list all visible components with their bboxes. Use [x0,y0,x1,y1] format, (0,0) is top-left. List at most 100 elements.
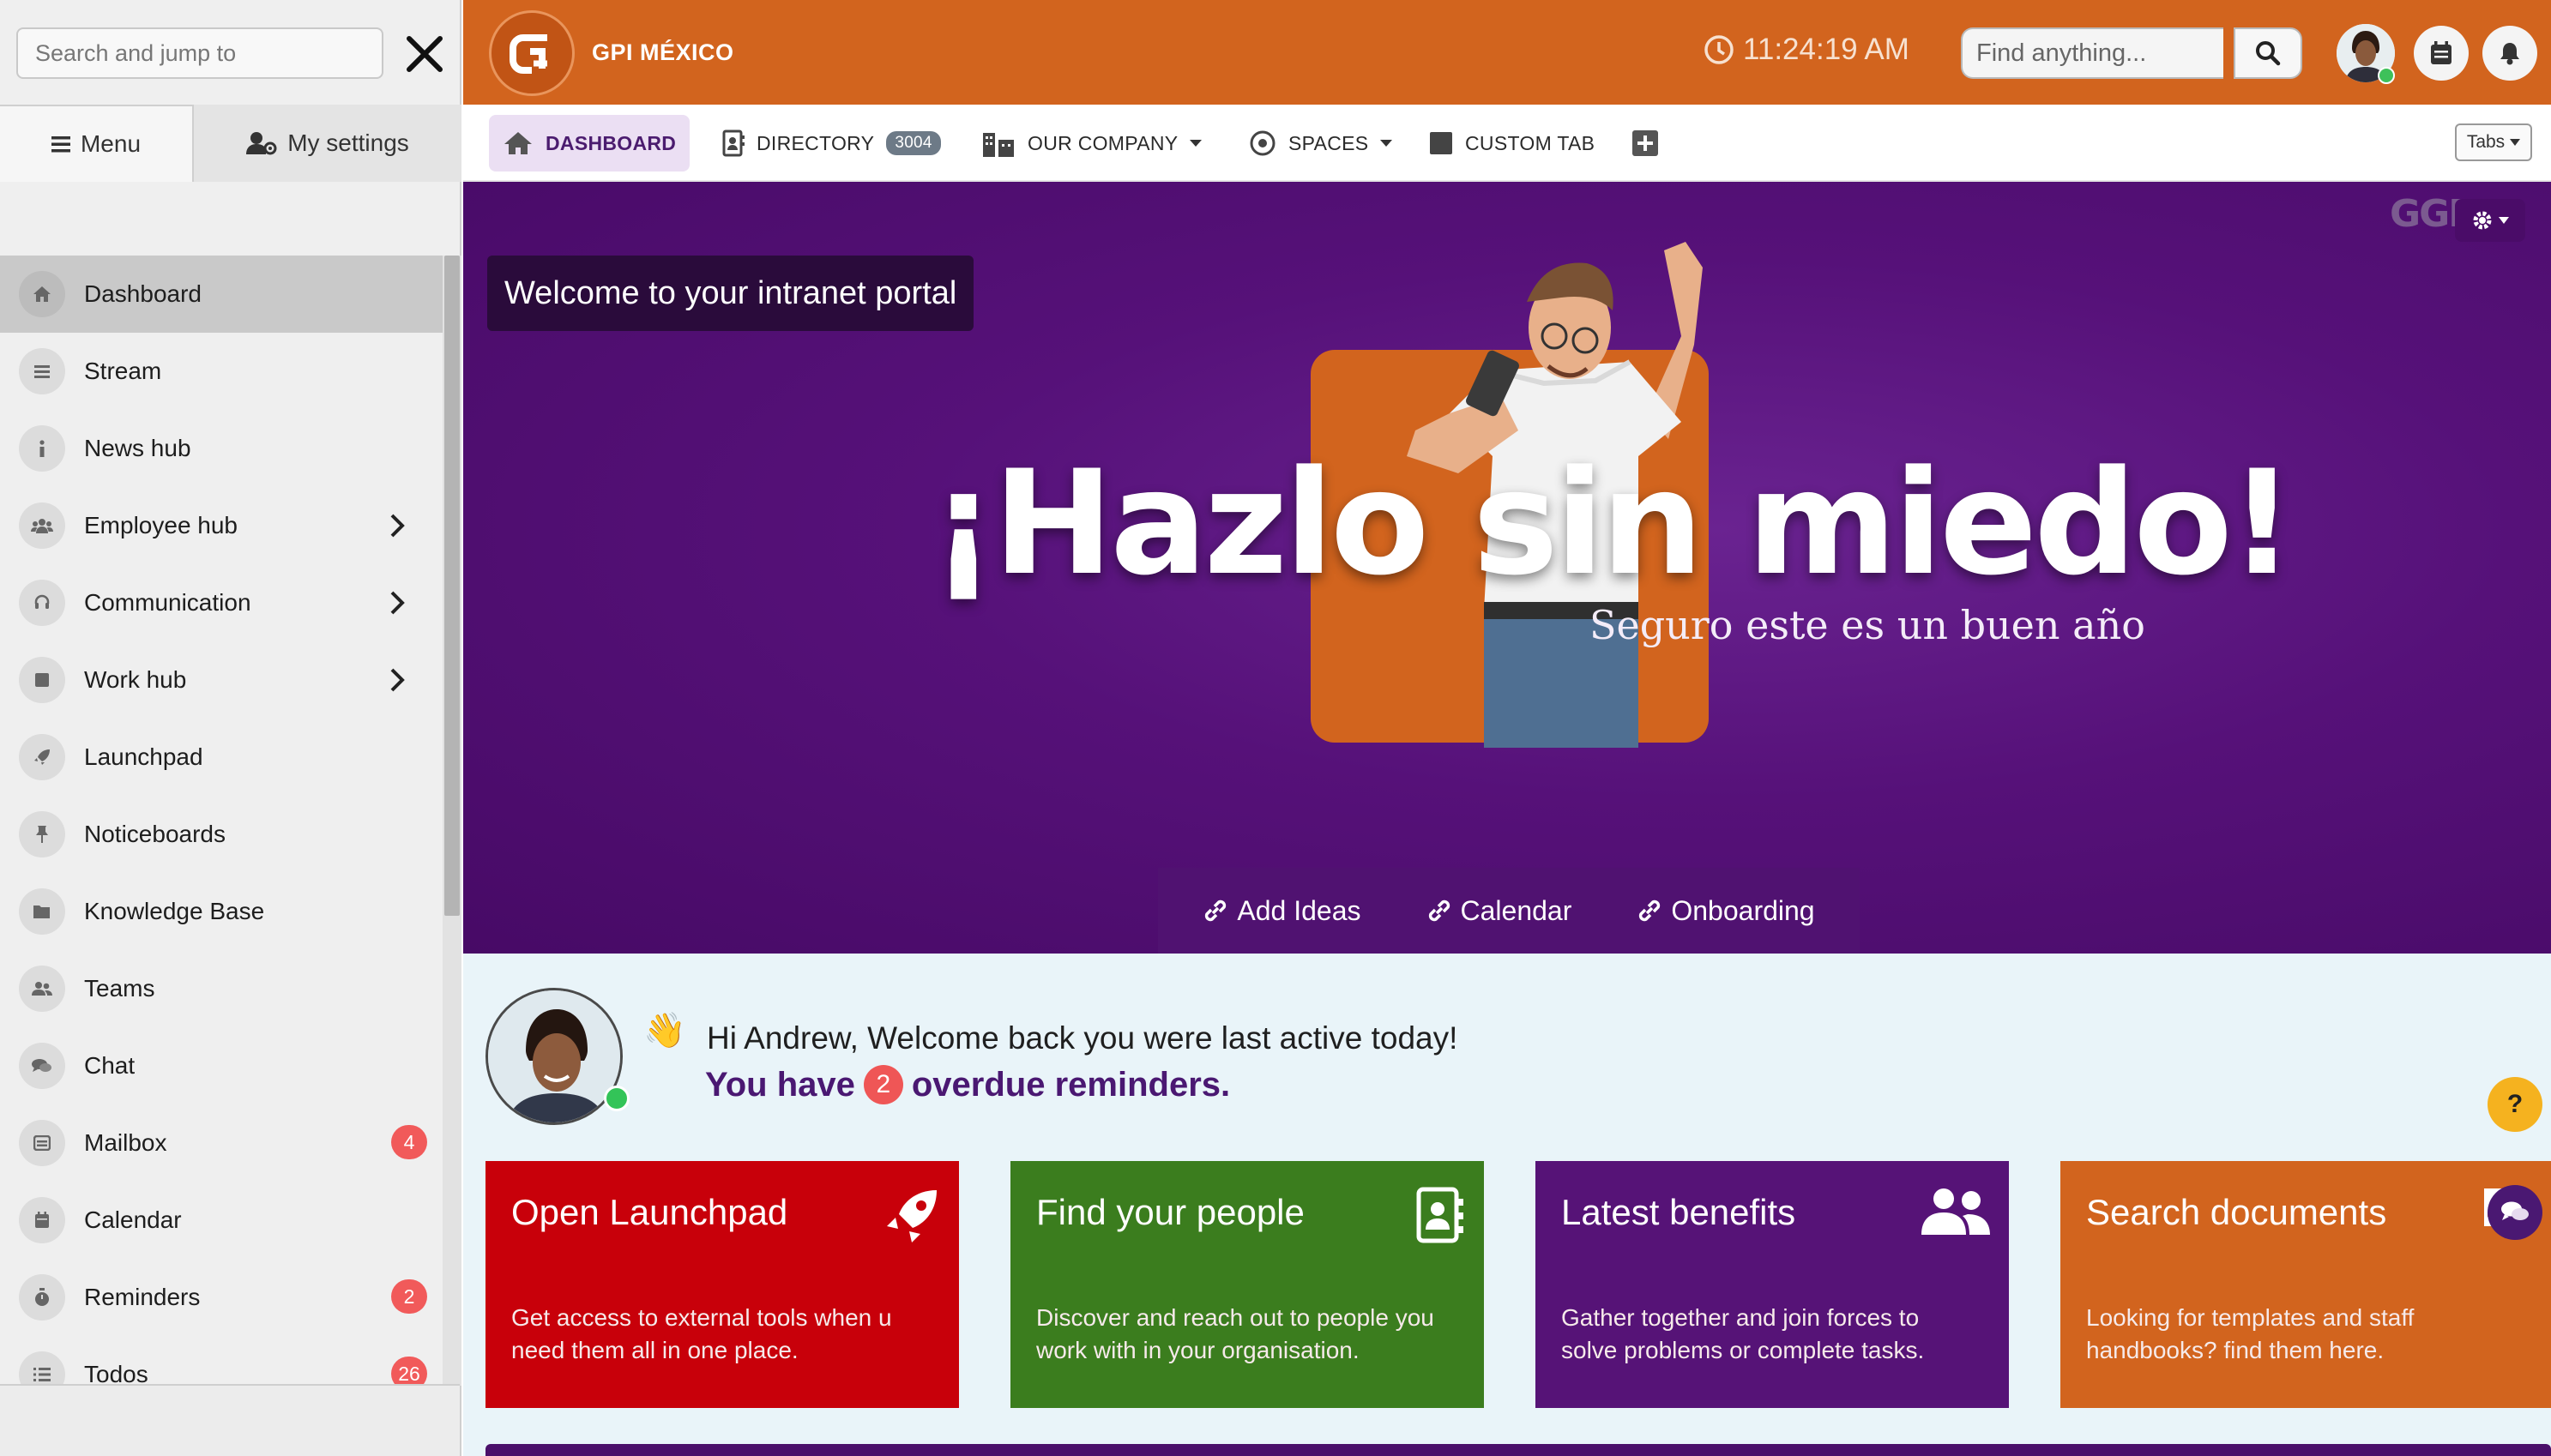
sidebar-item-label: Calendar [84,1206,182,1233]
contact-book-icon [722,129,745,157]
link-onboarding-label: Onboarding [1671,894,1815,926]
headset-icon [19,580,65,626]
sidebar-item-news-hub[interactable]: News hub [0,410,443,487]
link-onboarding[interactable]: Onboarding [1637,894,1815,927]
gpi-logo[interactable] [489,10,575,96]
reminders-text-prefix: You have [705,1065,855,1104]
online-status-dot [604,1086,630,1111]
close-sidebar-button[interactable] [396,26,453,82]
tab-my-settings[interactable]: My settings [194,105,461,182]
tab-custom[interactable]: CUSTOM TAB [1415,115,1608,171]
sidebar-item-todos[interactable]: Todos 26 [0,1336,443,1386]
hero-headline: ¡Hazlo sin miedo! [931,439,2295,607]
sidebar-item-launchpad[interactable]: Launchpad [0,719,443,796]
users-icon [19,502,65,549]
sidebar-item-label: Stream [84,358,162,384]
calendar-button[interactable] [2414,26,2469,81]
pin-icon [19,811,65,857]
sidebar-item-noticeboards[interactable]: Noticeboards [0,796,443,873]
tab-spaces-label: SPACES [1288,131,1369,154]
sidebar-item-mailbox[interactable]: Mailbox 4 [0,1104,443,1182]
caret-down-icon [2499,217,2509,224]
target-icon [1250,130,1276,156]
tab-dashboard[interactable]: DASHBOARD [489,115,691,171]
sidebar-item-knowledge-base[interactable]: Knowledge Base [0,873,443,950]
search-icon [2256,41,2281,66]
caret-down-icon [1380,140,1393,147]
caret-down-icon [1190,140,1203,147]
overdue-count-badge: 2 [863,1065,903,1104]
sidebar-item-stream[interactable]: Stream [0,333,443,410]
banner-settings-button[interactable] [2455,199,2525,242]
sidebar-search-input[interactable] [16,27,383,79]
help-button[interactable]: ? [2488,1077,2542,1132]
card-description: Looking for templates and staff handbook… [2086,1304,2415,1363]
card-latest-benefits[interactable]: Latest benefits Gather together and join… [1535,1161,2009,1408]
tab-directory-label: DIRECTORY [757,131,875,154]
global-search-input[interactable] [1961,27,2223,79]
tab-menu[interactable]: Menu [0,105,194,182]
link-add-ideas-label: Add Ideas [1237,894,1361,926]
mailbox-icon [19,1120,65,1166]
clock-icon [1704,35,1734,64]
link-calendar[interactable]: Calendar [1426,894,1572,927]
search-button[interactable] [2234,27,2302,79]
sidebar-item-chat[interactable]: Chat [0,1027,443,1104]
link-add-ideas[interactable]: Add Ideas [1203,894,1361,927]
link-calendar-label: Calendar [1460,894,1572,926]
sidebar-item-work-hub[interactable]: Work hub [0,641,443,719]
building-icon [983,133,1014,157]
notifications-button[interactable] [2482,26,2537,81]
sidebar-item-dashboard[interactable]: Dashboard [0,256,443,333]
sidebar-scrollbar[interactable] [443,256,461,1386]
welcome-message: Hi Andrew, Welcome back you were last ac… [707,1020,1458,1056]
tabs-dropdown[interactable]: Tabs [2455,123,2532,161]
user-photo [488,990,620,1122]
bell-icon [2500,43,2519,65]
home-icon [19,271,65,317]
gpi-logo-mark-icon [510,34,547,74]
chevron-right-icon [390,591,405,615]
quick-links-bar: Add Ideas Calendar Onboarding [1158,868,1860,954]
card-title: Open Launchpad [511,1192,788,1232]
card-description: Gather together and join forces to solve… [1561,1304,1925,1363]
tab-spaces[interactable]: SPACES [1235,115,1406,171]
card-open-launchpad[interactable]: Open Launchpad Get access to external to… [485,1161,959,1408]
tab-our-company-label: OUR COMPANY [1028,131,1179,154]
sidebar-item-label: Reminders [84,1284,201,1310]
tab-our-company[interactable]: OUR COMPANY [968,115,1215,171]
sidebar-item-label: Knowledge Base [84,898,265,924]
sidebar: Menu My settings Dashboard Stream News h… [0,0,461,1456]
scrollbar-thumb[interactable] [444,256,460,916]
user-avatar-large[interactable] [485,988,623,1125]
sidebar-item-label: Work hub [84,666,187,693]
clock-time: 11:24:19 AM [1743,33,1909,66]
tab-directory[interactable]: DIRECTORY 3004 [709,115,955,171]
lines-icon [19,348,65,394]
add-tab-button[interactable] [1618,115,1673,171]
sidebar-item-reminders[interactable]: Reminders 2 [0,1259,443,1336]
question-icon: ? [2506,1090,2524,1118]
hamburger-icon [51,136,70,153]
card-find-your-people[interactable]: Find your people Discover and reach out … [1010,1161,1484,1408]
folder-icon [19,888,65,935]
welcome-banner: Welcome to your intranet portal [487,256,974,331]
card-search-documents[interactable]: Search documents Looking for templates a… [2060,1161,2551,1408]
sidebar-item-label: Mailbox [84,1129,167,1156]
sidebar-item-calendar[interactable]: Calendar [0,1182,443,1259]
sidebar-item-employee-hub[interactable]: Employee hub [0,487,443,564]
chat-launcher-button[interactable] [2488,1185,2542,1240]
chat-icon [2501,1201,2529,1220]
sidebar-item-communication[interactable]: Communication [0,564,443,641]
sidebar-footer [0,1384,460,1456]
card-title: Find your people [1036,1192,1305,1232]
stopwatch-icon [19,1274,65,1321]
link-icon [1205,899,1227,922]
sidebar-item-teams[interactable]: Teams [0,950,443,1027]
calendar-icon [2431,41,2451,64]
users-icon [1921,1188,1990,1235]
chat-icon [19,1043,65,1089]
tab-bar: DASHBOARD DIRECTORY 3004 OUR COMPANY SPA… [463,105,2551,182]
overdue-reminders-message[interactable]: You have 2 overdue reminders. [705,1065,1230,1104]
team-icon [19,966,65,1012]
